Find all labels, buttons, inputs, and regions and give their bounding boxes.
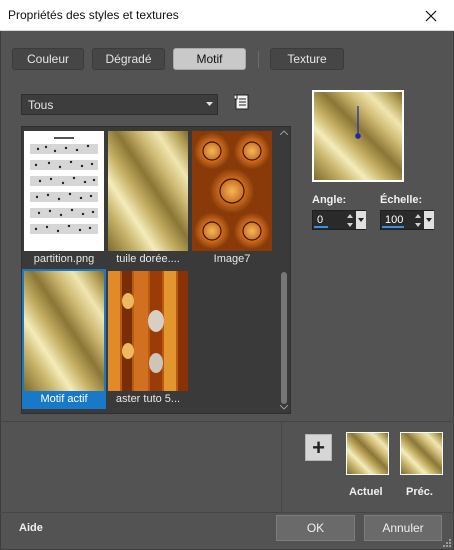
angle-decrement[interactable] (345, 220, 355, 229)
angle-increment[interactable] (345, 211, 355, 220)
current-swatch[interactable] (346, 432, 389, 475)
help-link[interactable]: Aide (19, 522, 43, 534)
pattern-item[interactable]: tuile dorée.... (106, 129, 190, 269)
pattern-label: Motif actif (40, 393, 88, 405)
add-swatch-button[interactable]: + (305, 434, 332, 461)
angle-spinbox[interactable] (312, 210, 366, 230)
tab-label: Texture (287, 52, 327, 66)
scale-increment[interactable] (413, 211, 423, 220)
pattern-thumbnail-sheet-music (24, 131, 104, 251)
scale-spinbox[interactable] (380, 210, 434, 230)
tab-motif[interactable]: Motif (173, 48, 246, 70)
category-select[interactable]: Tous (21, 94, 218, 115)
browse-button[interactable] (233, 94, 252, 110)
chevron-down-icon (358, 218, 364, 222)
pattern-item[interactable]: aster tuto 5... (106, 269, 190, 409)
scale-label: Échelle: (380, 194, 423, 206)
resize-grip-icon[interactable] (443, 539, 451, 547)
previous-swatch-pattern (401, 433, 442, 474)
pattern-grid: partition.png tuile dorée.... Image7 Mot… (21, 126, 291, 414)
angle-preview[interactable] (312, 90, 404, 182)
pattern-thumbnail-gold (24, 271, 104, 391)
divider (0, 512, 454, 513)
tab-texture[interactable]: Texture (270, 48, 344, 70)
title-bar: Propriétés des styles et textures (0, 0, 454, 31)
pattern-item[interactable]: partition.png (22, 129, 106, 269)
plus-icon: + (312, 434, 325, 460)
preview-pattern (314, 92, 402, 180)
pattern-item-active[interactable]: Motif actif (22, 269, 106, 409)
category-select-value: Tous (28, 97, 54, 112)
cancel-button-label: Annuler (382, 521, 424, 535)
current-swatch-pattern (347, 433, 388, 474)
tab-label: Dégradé (105, 52, 152, 66)
divider (281, 421, 282, 513)
tab-separator (258, 51, 259, 68)
browse-icon (233, 94, 249, 110)
tab-degrade[interactable]: Dégradé (92, 48, 165, 70)
pattern-label: aster tuto 5... (115, 393, 181, 405)
angle-label: Angle: (312, 194, 347, 206)
angle-dropdown[interactable] (356, 211, 366, 229)
tab-label: Motif (196, 52, 223, 66)
grid-scrollbar[interactable] (278, 127, 290, 413)
pattern-thumbnail-gold (108, 131, 188, 251)
scale-dropdown[interactable] (424, 211, 434, 229)
tab-couleur[interactable]: Couleur (12, 48, 84, 70)
scroll-thumb[interactable] (281, 272, 287, 404)
ok-button-label: OK (306, 521, 325, 535)
scale-decrement[interactable] (413, 220, 423, 229)
tab-label: Couleur (26, 52, 70, 66)
ok-button[interactable]: OK (276, 515, 355, 541)
scale-stepper[interactable] (413, 211, 423, 229)
cancel-button[interactable]: Annuler (364, 515, 442, 541)
chevron-down-icon (426, 218, 432, 222)
pattern-thumbnail-orange-strips (108, 271, 188, 391)
pattern-item[interactable]: Image7 (190, 129, 274, 269)
pattern-label: Image7 (213, 253, 251, 265)
pattern-label: partition.png (33, 253, 95, 265)
pattern-label: tuile dorée.... (116, 253, 180, 265)
window-title: Propriétés des styles et textures (8, 8, 179, 22)
scroll-up-icon[interactable] (280, 130, 288, 135)
pattern-thumbnail-orange-ornament (192, 131, 272, 251)
current-swatch-label: Actuel (349, 486, 383, 498)
close-button[interactable] (408, 0, 454, 31)
scroll-down-icon[interactable] (280, 405, 288, 410)
previous-swatch[interactable] (400, 432, 443, 475)
previous-swatch-label: Préc. (406, 486, 433, 498)
scale-focus-line (382, 226, 404, 228)
divider (0, 421, 454, 422)
close-icon (425, 10, 437, 21)
chevron-down-icon (206, 102, 213, 106)
angle-focus-line (314, 226, 328, 228)
angle-stepper[interactable] (345, 211, 355, 229)
